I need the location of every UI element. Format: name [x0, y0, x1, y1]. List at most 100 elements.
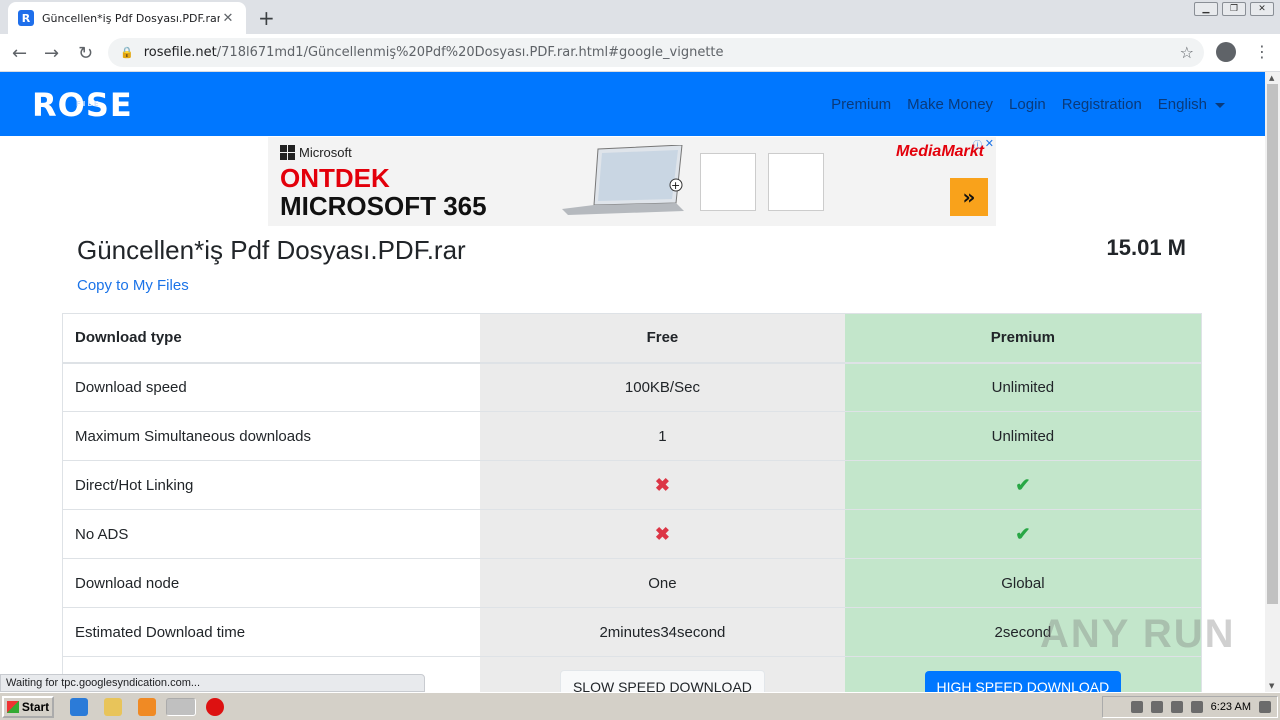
x-mark-icon: ✖: [654, 523, 670, 544]
address-bar[interactable]: 🔒 rosefile.net/718l671md1/Güncellenmiş%2…: [108, 38, 1204, 67]
logo-subtext: FILE: [76, 100, 101, 108]
table-row: Direct/Hot Linking ✖ ✔: [62, 460, 1202, 510]
free-value: One: [480, 558, 845, 608]
flag-notification-icon[interactable]: [1190, 701, 1203, 713]
reload-icon[interactable]: ↻: [78, 43, 93, 64]
url-path: /718l671md1/Güncellenmiş%20Pdf%20Dosyası…: [216, 45, 724, 60]
nav-login[interactable]: Login: [1009, 96, 1046, 113]
premium-value: Unlimited: [844, 362, 1202, 412]
language-label: English: [1157, 96, 1207, 113]
row-label: No ADS: [62, 509, 481, 559]
file-title: Güncellen*iş Pdf Dosyası.PDF.rar: [77, 235, 466, 265]
nav-make-money[interactable]: Make Money: [907, 96, 993, 113]
header-free: Free: [480, 313, 845, 364]
clock: 6:23 AM: [1210, 701, 1251, 713]
premium-value: Global: [844, 558, 1202, 608]
scroll-up-icon[interactable]: ▲: [1269, 74, 1274, 82]
row-label: Maximum Simultaneous downloads: [62, 411, 481, 461]
start-label: Start: [21, 700, 50, 714]
site-header: ROSE FILE Premium Make Money Login Regis…: [0, 72, 1265, 136]
x-mark-icon: ✖: [654, 474, 670, 495]
tray-chevron-icon[interactable]: [1130, 701, 1143, 713]
restore-icon[interactable]: ❐: [1222, 2, 1246, 16]
svg-text:+: +: [671, 179, 680, 192]
network-icon[interactable]: [1170, 701, 1183, 713]
chevron-down-icon: [1215, 102, 1225, 108]
bookmark-star-icon[interactable]: ☆: [1180, 43, 1194, 62]
row-label: Estimated Download time: [62, 607, 481, 657]
tab-close-icon[interactable]: ✕: [220, 11, 236, 26]
office-box-image-1: [700, 153, 756, 211]
microsoft-squares-icon: [280, 145, 295, 160]
tab-title: Güncellen*iş Pdf Dosyası.PDF.rar - R: [42, 11, 220, 25]
ad-close-icon[interactable]: ✕: [985, 137, 994, 150]
table-row: Maximum Simultaneous downloads 1 Unlimit…: [62, 411, 1202, 461]
table-row: Download speed 100KB/Sec Unlimited: [62, 362, 1202, 412]
row-label: Download speed: [62, 362, 481, 412]
browser-toolbar: ← → ↻ 🔒 rosefile.net/718l671md1/Güncelle…: [0, 34, 1280, 72]
free-cell: ✖: [480, 509, 845, 559]
site-logo[interactable]: ROSE FILE: [32, 86, 133, 124]
laptop-image-icon: +: [562, 145, 684, 215]
site-nav: Premium Make Money Login Registration En…: [831, 96, 1225, 113]
free-value: 2minutes34second: [480, 607, 845, 657]
download-comparison-table: Download type Free Premium Download spee…: [62, 313, 1202, 706]
table-header-row: Download type Free Premium: [62, 313, 1202, 364]
nav-premium[interactable]: Premium: [831, 96, 891, 113]
free-cell: ✖: [480, 460, 845, 510]
ad-retailer-logo: MediaMarkt: [895, 143, 984, 160]
show-desktop-icon[interactable]: [1259, 701, 1271, 713]
window-controls: ▁ ❐ ✕: [1194, 2, 1274, 16]
row-label: Direct/Hot Linking: [62, 460, 481, 510]
browser-tab[interactable]: R Güncellen*iş Pdf Dosyası.PDF.rar - R ✕: [8, 2, 246, 34]
header-premium: Premium: [844, 313, 1202, 364]
anyrun-watermark: ANY RUN: [1040, 612, 1236, 656]
url-host: rosefile.net: [143, 45, 217, 60]
chrome-taskbar-button[interactable]: [166, 698, 196, 716]
back-icon[interactable]: ←: [12, 43, 27, 64]
minimize-icon[interactable]: ▁: [1194, 2, 1218, 16]
nav-registration[interactable]: Registration: [1062, 96, 1142, 113]
free-value: 100KB/Sec: [480, 362, 845, 412]
checkmark-icon: ✔: [1015, 474, 1031, 495]
start-button[interactable]: Start: [2, 696, 54, 718]
nav-language-dropdown[interactable]: English: [1158, 96, 1225, 113]
adchoices-icon[interactable]: ⓘ: [973, 138, 982, 151]
scroll-down-icon[interactable]: ▼: [1269, 682, 1274, 690]
scrollbar-thumb[interactable]: [1267, 84, 1278, 604]
ad-headline-2: MICROSOFT 365: [280, 191, 487, 221]
ad-banner[interactable]: Microsoft ONTDEK MICROSOFT 365 + MediaMa…: [268, 137, 996, 226]
new-tab-icon[interactable]: +: [258, 6, 275, 30]
windows-taskbar: Start 6:23 AM: [0, 692, 1280, 720]
ad-headline-1: ONTDEK: [280, 163, 390, 193]
office-box-image-2: [768, 153, 824, 211]
file-size: 15.01 M: [1106, 235, 1187, 260]
browser-menu-icon[interactable]: ⋮: [1254, 42, 1270, 61]
free-value: 1: [480, 411, 845, 461]
windows-flag-icon: [6, 701, 19, 713]
close-window-icon[interactable]: ✕: [1250, 2, 1274, 16]
table-row: Estimated Download time 2minutes34second…: [62, 607, 1202, 657]
table-row: Download node One Global: [62, 558, 1202, 608]
row-label: Download node: [62, 558, 481, 608]
browser-tabstrip: R Güncellen*iş Pdf Dosyası.PDF.rar - R ✕…: [0, 0, 1280, 34]
checkmark-icon: ✔: [1015, 523, 1031, 544]
media-player-icon[interactable]: [138, 698, 156, 716]
volume-icon[interactable]: [1150, 701, 1163, 713]
premium-cell: ✔: [844, 509, 1202, 559]
ie-icon[interactable]: [70, 698, 88, 716]
folder-icon[interactable]: [104, 698, 122, 716]
ad-cta-button[interactable]: »: [950, 178, 988, 216]
profile-avatar-icon[interactable]: [1216, 42, 1236, 62]
copy-to-my-files-link[interactable]: Copy to My Files: [77, 277, 189, 294]
ad-brand: Microsoft: [299, 145, 352, 160]
page-scrollbar[interactable]: ▲ ▼: [1265, 72, 1280, 692]
system-tray: 6:23 AM: [1102, 696, 1278, 718]
premium-cell: ✔: [844, 460, 1202, 510]
table-row: No ADS ✖ ✔: [62, 509, 1202, 559]
lock-icon: 🔒: [120, 46, 134, 59]
premium-value: Unlimited: [844, 411, 1202, 461]
forward-icon[interactable]: →: [44, 43, 59, 64]
microsoft-logo: Microsoft: [280, 145, 352, 160]
alert-app-icon[interactable]: [206, 698, 224, 716]
